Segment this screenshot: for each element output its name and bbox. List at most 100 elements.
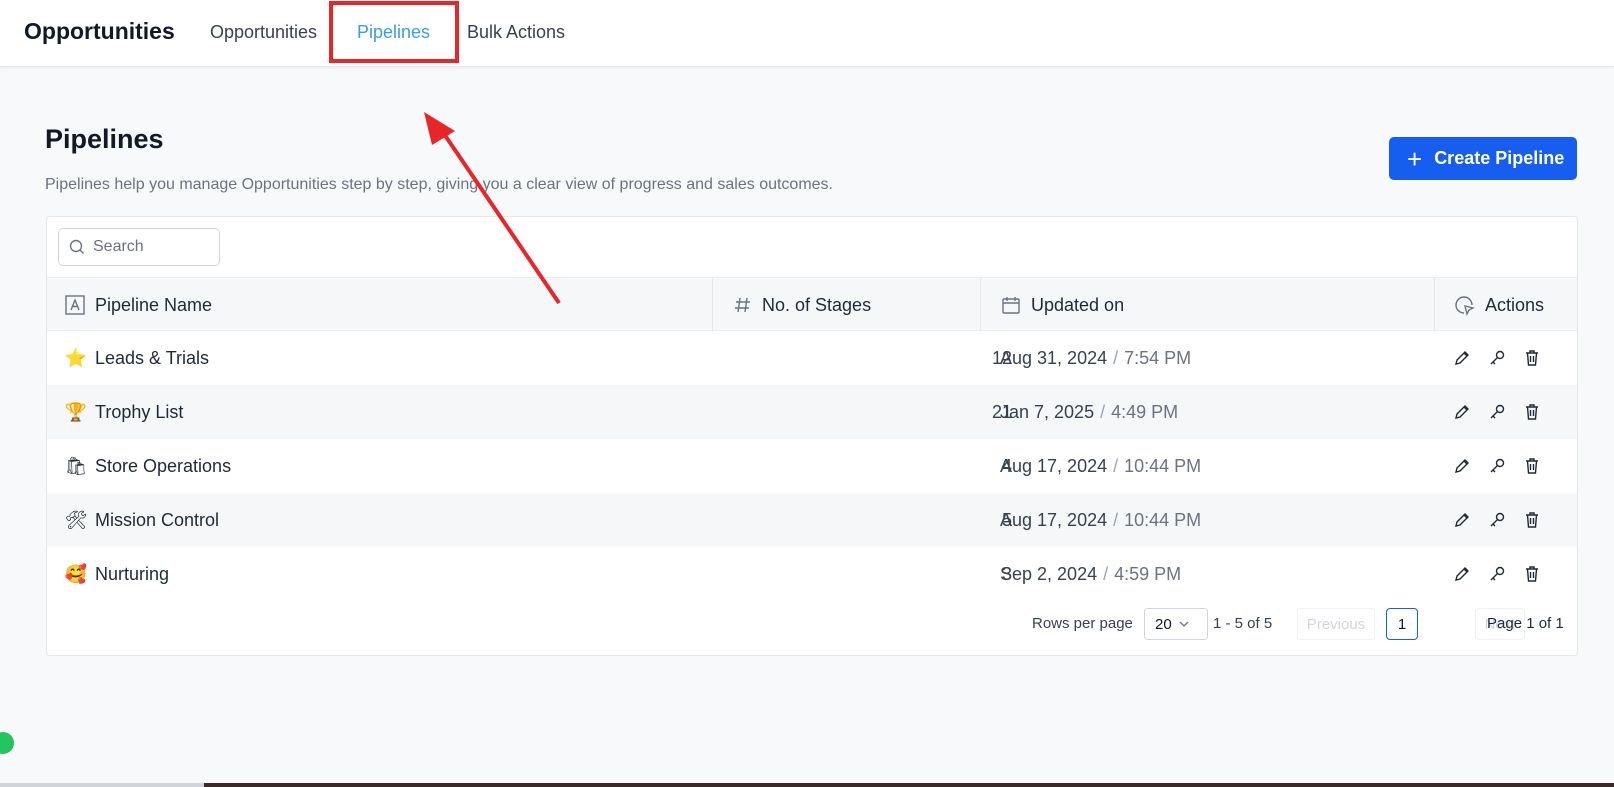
updated-date: Jan 7, 2025: [1000, 401, 1095, 422]
trash-icon[interactable]: [1521, 348, 1542, 369]
key-icon[interactable]: [1486, 510, 1507, 531]
tools-icon: 🛠: [64, 509, 88, 530]
create-pipeline-button[interactable]: + Create Pipeline: [1389, 137, 1577, 180]
pipeline-name[interactable]: Leads & Trials: [95, 348, 209, 369]
updated-on: Aug 17, 2024/10:44 PM: [1000, 493, 1201, 547]
table-header: Pipeline Name No. of Stages Updated on A…: [47, 277, 1577, 332]
chevron-down-icon: [1179, 621, 1189, 627]
tab-bulk-actions[interactable]: Bulk Actions: [467, 22, 565, 43]
column-label: Pipeline Name: [95, 294, 213, 315]
pipeline-name[interactable]: Nurturing: [95, 564, 169, 585]
date-separator: /: [1100, 401, 1106, 422]
edit-icon[interactable]: [1451, 402, 1472, 423]
cursor-click-icon: [1455, 296, 1475, 316]
stages-count: 21: [991, 401, 1012, 422]
smiling-face-hearts-icon: 🥰: [64, 563, 88, 584]
search-icon: [69, 239, 84, 254]
pipelines-table-card: Search Pipeline Name No. of Stages Updat…: [46, 216, 1578, 656]
rows-per-page-label: Rows per page: [1032, 615, 1133, 632]
column-header-actions: Actions: [1434, 278, 1544, 332]
app-title: Opportunities: [24, 18, 175, 44]
hash-icon: [735, 297, 750, 313]
stages-count: 12: [991, 347, 1012, 368]
edit-icon[interactable]: [1451, 348, 1472, 369]
column-header-stages[interactable]: No. of Stages: [712, 278, 871, 332]
date-separator: /: [1113, 455, 1119, 476]
floating-chat-button[interactable]: [0, 732, 14, 754]
table-row[interactable]: ⭐ Leads & Trials 12 Aug 31, 2024/7:54 PM: [47, 331, 1577, 385]
row-actions: [1451, 439, 1542, 493]
updated-on: Sep 2, 2024/4:59 PM: [1000, 547, 1181, 601]
pipeline-name-cell: 🏆 Trophy List: [64, 385, 184, 439]
trash-icon[interactable]: [1521, 456, 1542, 477]
bottom-strip: [0, 783, 1614, 787]
column-label: Updated on: [1031, 294, 1125, 315]
create-pipeline-label: Create Pipeline: [1434, 148, 1565, 168]
updated-on: Jan 7, 2025/4:49 PM: [1000, 385, 1178, 439]
edit-icon[interactable]: [1451, 456, 1472, 477]
page-of-label: Page 1 of 1: [1487, 615, 1564, 632]
stages-count: 3: [1001, 563, 1012, 584]
column-label: Actions: [1485, 294, 1545, 315]
pipeline-name-cell: 🥰 Nurturing: [65, 547, 169, 601]
calendar-icon: [1002, 297, 1020, 314]
date-separator: /: [1113, 509, 1119, 530]
pipeline-name[interactable]: Store Operations: [95, 456, 231, 477]
row-actions: [1451, 331, 1542, 385]
updated-time: 10:44 PM: [1124, 455, 1202, 476]
page-description: Pipelines help you manage Opportunities …: [45, 176, 833, 193]
trash-icon[interactable]: [1521, 564, 1542, 585]
page-number-button[interactable]: 1: [1386, 608, 1418, 640]
date-separator: /: [1113, 347, 1119, 368]
rows-per-page-value: 20: [1155, 615, 1172, 633]
page-title: Pipelines: [45, 124, 164, 154]
updated-time: 4:49 PM: [1111, 401, 1179, 422]
updated-date: Sep 2, 2024: [1000, 563, 1098, 584]
top-navigation-bar: Opportunities Opportunities Pipelines Bu…: [0, 0, 1614, 67]
previous-page-button[interactable]: Previous: [1297, 608, 1375, 640]
pipeline-name-cell: 🛠 Mission Control: [65, 493, 219, 547]
star-icon: ⭐: [64, 347, 88, 368]
row-actions: [1451, 493, 1542, 547]
highlight-annotation-box: [329, 1, 459, 63]
updated-date: Aug 17, 2024: [1000, 455, 1108, 476]
pagination-range: 1 - 5 of 5: [1213, 615, 1273, 632]
tab-opportunities[interactable]: Opportunities: [210, 22, 317, 43]
column-label: No. of Stages: [762, 294, 872, 315]
table-row[interactable]: 🏆 Trophy List 21 Jan 7, 2025/4:49 PM: [47, 385, 1577, 439]
column-header-updated-on[interactable]: Updated on: [980, 278, 1124, 332]
row-actions: [1451, 547, 1542, 601]
edit-icon[interactable]: [1451, 564, 1472, 585]
search-input[interactable]: Search: [58, 228, 220, 266]
key-icon[interactable]: [1486, 402, 1507, 423]
trash-icon[interactable]: [1521, 510, 1542, 531]
pagination: Rows per page 20 1 - 5 of 5 Previous 1 N…: [47, 607, 1577, 641]
row-actions: [1451, 385, 1542, 439]
updated-time: 10:44 PM: [1124, 509, 1202, 530]
trophy-icon: 🏆: [64, 401, 88, 422]
search-placeholder: Search: [93, 238, 144, 255]
updated-date: Aug 17, 2024: [1000, 509, 1108, 530]
key-icon[interactable]: [1486, 564, 1507, 585]
pipeline-name[interactable]: Mission Control: [95, 510, 219, 531]
stages-count: 4: [1001, 455, 1012, 476]
column-header-pipeline-name[interactable]: Pipeline Name: [65, 278, 212, 332]
pipeline-name-cell: ⭐ Leads & Trials: [65, 331, 209, 385]
updated-on: Aug 31, 2024/7:54 PM: [1000, 331, 1191, 385]
plus-icon: +: [1407, 143, 1423, 174]
table-row[interactable]: 🛍 Store Operations 4 Aug 17, 2024/10:44 …: [47, 439, 1577, 493]
table-row[interactable]: 🛠 Mission Control 5 Aug 17, 2024/10:44 P…: [47, 493, 1577, 547]
trash-icon[interactable]: [1521, 402, 1542, 423]
text-type-icon: [65, 295, 85, 315]
key-icon[interactable]: [1486, 456, 1507, 477]
table-row[interactable]: 🥰 Nurturing 3 Sep 2, 2024/4:59 PM: [47, 547, 1577, 601]
edit-icon[interactable]: [1451, 510, 1472, 531]
stages-count: 5: [1001, 509, 1012, 530]
updated-date: Aug 31, 2024: [1000, 347, 1108, 368]
updated-time: 7:54 PM: [1124, 347, 1192, 368]
rows-per-page-select[interactable]: 20: [1144, 608, 1208, 640]
updated-time: 4:59 PM: [1114, 563, 1182, 584]
pipeline-name-cell: 🛍 Store Operations: [65, 439, 232, 493]
key-icon[interactable]: [1486, 348, 1507, 369]
pipeline-name[interactable]: Trophy List: [95, 402, 183, 423]
